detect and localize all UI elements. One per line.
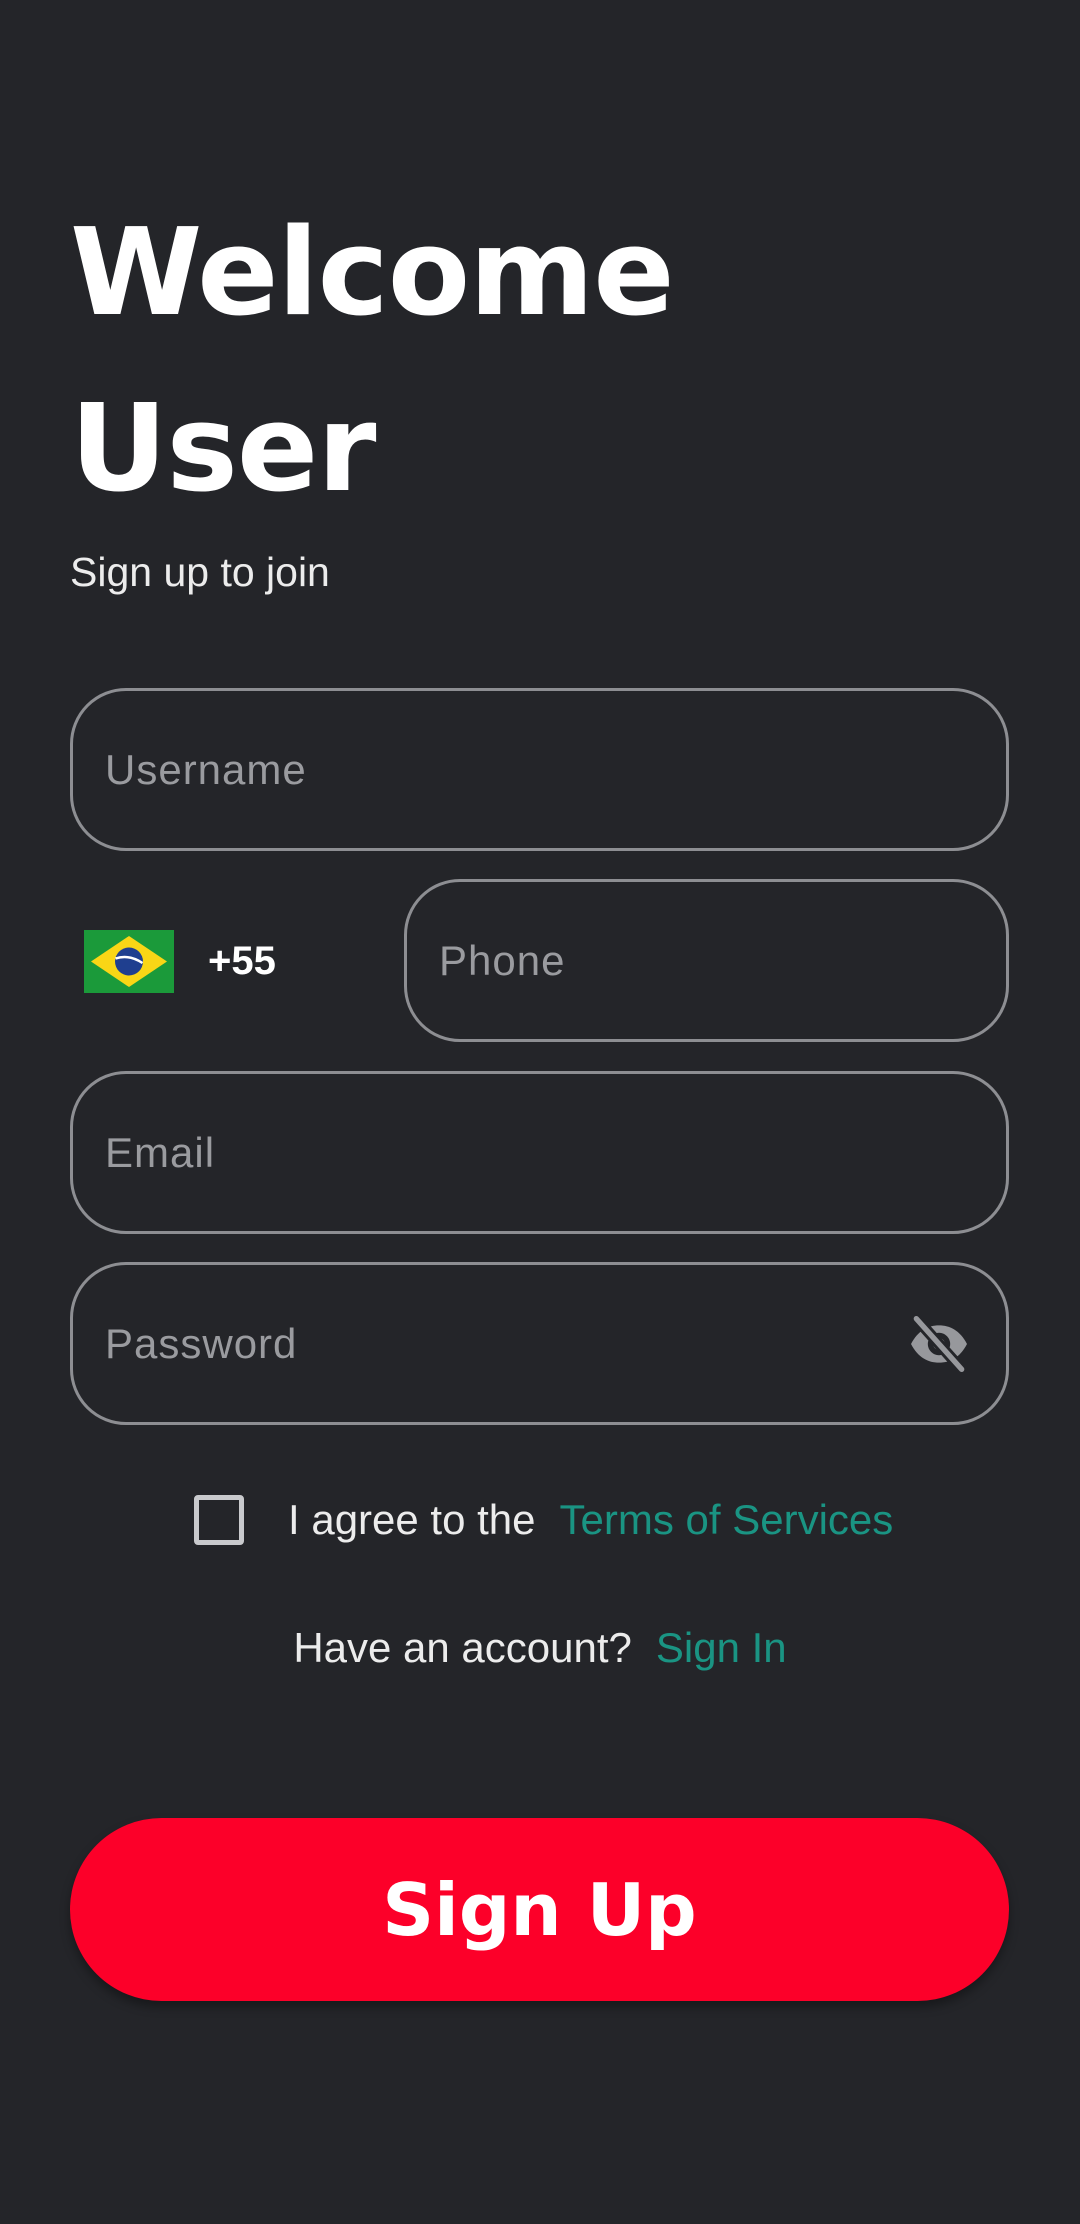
password-field-container <box>70 1262 1009 1425</box>
password-visibility-toggle[interactable] <box>904 1309 974 1379</box>
brazil-flag-icon <box>84 929 174 993</box>
have-account-row: Have an account? Sign In <box>0 1618 1080 1678</box>
sign-up-button[interactable]: Sign Up <box>70 1818 1009 2001</box>
dial-code: +55 <box>208 938 276 983</box>
country-code-picker[interactable]: +55 <box>84 929 276 993</box>
username-field-container <box>70 688 1009 851</box>
page-subtitle: Sign up to join <box>70 549 330 595</box>
terms-of-services-link[interactable]: Terms of Services <box>560 1496 894 1544</box>
eye-off-icon <box>910 1312 968 1375</box>
username-input[interactable] <box>73 691 1006 848</box>
phone-input[interactable] <box>407 882 1006 1039</box>
email-input[interactable] <box>73 1074 1006 1231</box>
page-title-welcome: Welcome <box>70 204 675 343</box>
sign-up-button-label: Sign Up <box>382 1867 697 1952</box>
terms-checkbox[interactable] <box>194 1495 244 1545</box>
agree-text: I agree to the <box>288 1496 536 1543</box>
terms-agreement-row: I agree to the Terms of Services <box>194 1490 893 1550</box>
have-account-text: Have an account? <box>293 1624 632 1671</box>
sign-in-link[interactable]: Sign In <box>656 1624 787 1672</box>
signup-screen: Welcome User Sign up to join +55 <box>0 0 1080 2224</box>
password-input[interactable] <box>73 1265 904 1422</box>
phone-field-container <box>404 879 1009 1042</box>
page-title-user: User <box>70 380 376 519</box>
email-field-container <box>70 1071 1009 1234</box>
